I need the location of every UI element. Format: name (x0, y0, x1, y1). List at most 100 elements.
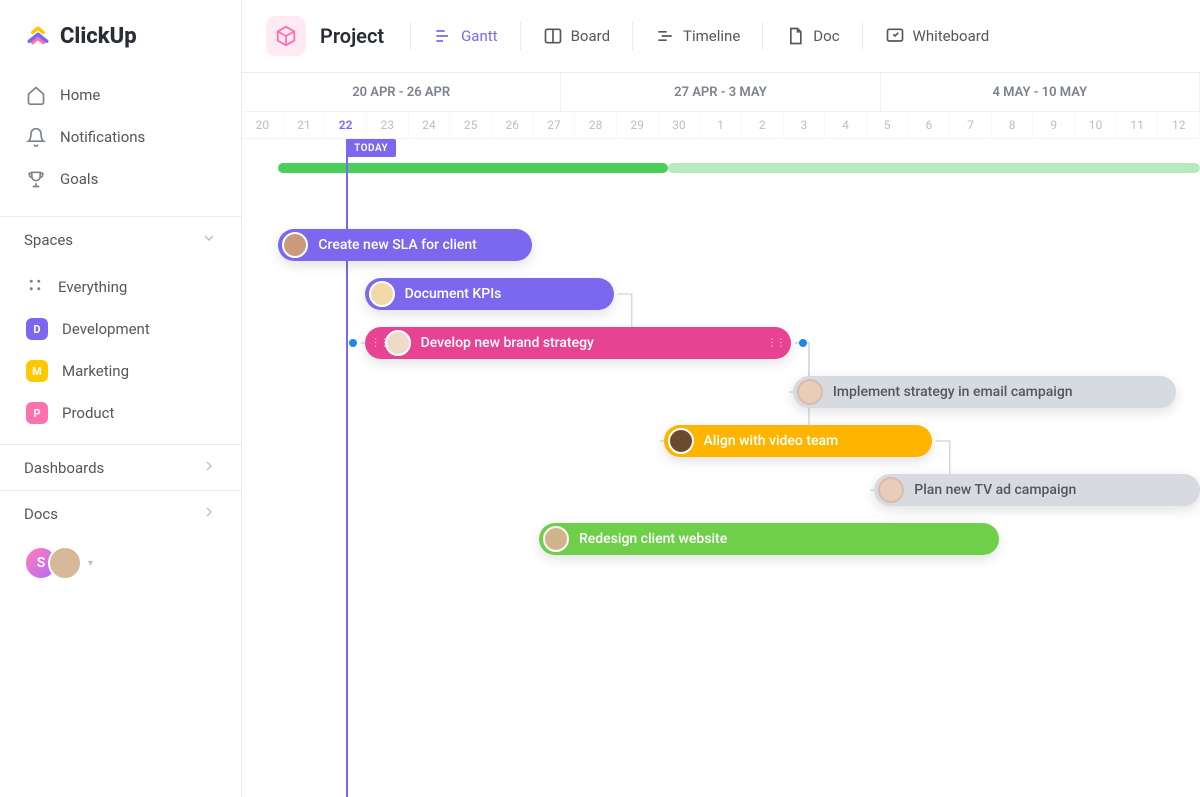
day-cell[interactable]: 25 (450, 112, 492, 138)
view-timeline[interactable]: Timeline (645, 20, 750, 52)
week-cell: 27 APR - 3 MAY (561, 73, 880, 111)
day-cell[interactable]: 9 (1033, 112, 1075, 138)
day-cell[interactable]: 28 (575, 112, 617, 138)
day-cell[interactable]: 1 (700, 112, 742, 138)
dashboards-header[interactable]: Dashboards (0, 444, 241, 490)
day-cell[interactable]: 3 (784, 112, 826, 138)
day-cell[interactable]: 22 (325, 112, 367, 138)
view-doc[interactable]: Doc (775, 20, 849, 52)
trophy-icon (26, 169, 46, 189)
day-cell[interactable]: 26 (492, 112, 534, 138)
logo-text: ClickUp (60, 24, 137, 49)
whiteboard-icon (885, 26, 905, 46)
space-product[interactable]: P Product (10, 392, 231, 434)
user-switcher[interactable]: S ▾ (0, 536, 241, 590)
view-gantt[interactable]: Gantt (423, 20, 507, 52)
separator (862, 22, 863, 50)
view-board[interactable]: Board (533, 20, 620, 52)
home-icon (26, 85, 46, 105)
space-label: Everything (58, 278, 127, 296)
gantt-task[interactable]: Plan new TV ad campaign (874, 474, 1200, 506)
resize-handle-left[interactable]: ⋮⋮ (371, 338, 389, 349)
day-cell[interactable]: 23 (367, 112, 409, 138)
space-label: Marketing (62, 362, 129, 380)
chevron-down-icon (201, 230, 217, 250)
space-badge: M (26, 360, 48, 382)
logo[interactable]: ClickUp (0, 22, 241, 68)
gantt-task[interactable]: Align with video team (664, 425, 932, 457)
day-cell[interactable]: 8 (992, 112, 1034, 138)
project-title: Project (320, 24, 384, 48)
day-cell[interactable]: 20 (242, 112, 284, 138)
week-cell: 4 MAY - 10 MAY (881, 73, 1200, 111)
section-label: Spaces (24, 231, 73, 249)
project-icon[interactable] (266, 16, 306, 56)
day-cell[interactable]: 7 (950, 112, 992, 138)
view-label: Doc (813, 27, 839, 45)
docs-header[interactable]: Docs (0, 490, 241, 536)
spaces-header[interactable]: Spaces (0, 216, 241, 262)
avatar (668, 428, 694, 454)
topbar: Project Gantt Board Timeline Doc (242, 0, 1200, 72)
nav-home[interactable]: Home (10, 74, 231, 116)
day-cell[interactable]: 4 (825, 112, 867, 138)
day-cell[interactable]: 10 (1075, 112, 1117, 138)
gantt-chart[interactable]: TODAYCreate new SLA for clientDocument K… (242, 139, 1200, 797)
spaces-list: Everything D Development M Marketing P P… (0, 262, 241, 444)
overall-progress-done (278, 163, 668, 173)
task-label: Develop new brand strategy (421, 335, 594, 351)
view-label: Whiteboard (913, 27, 990, 45)
section-label: Docs (24, 505, 58, 523)
chevron-right-icon (201, 458, 217, 478)
board-icon (543, 26, 563, 46)
space-label: Development (62, 320, 150, 338)
view-label: Gantt (461, 27, 497, 45)
space-development[interactable]: D Development (10, 308, 231, 350)
task-label: Document KPIs (405, 286, 502, 302)
caret-down-icon: ▾ (88, 558, 93, 569)
day-cell[interactable]: 5 (867, 112, 909, 138)
view-whiteboard[interactable]: Whiteboard (875, 20, 1000, 52)
nav-label: Notifications (60, 128, 145, 146)
timeline-icon (655, 26, 675, 46)
nav-label: Home (60, 86, 100, 104)
day-cell[interactable]: 11 (1117, 112, 1159, 138)
chevron-right-icon (201, 504, 217, 524)
task-label: Implement strategy in email campaign (833, 384, 1073, 400)
day-cell[interactable]: 2 (742, 112, 784, 138)
day-cell[interactable]: 6 (909, 112, 951, 138)
doc-icon (785, 26, 805, 46)
avatar (543, 526, 569, 552)
gantt-icon (433, 26, 453, 46)
gantt-task[interactable]: Implement strategy in email campaign (793, 376, 1176, 408)
space-everything[interactable]: Everything (10, 266, 231, 308)
nav-notifications[interactable]: Notifications (10, 116, 231, 158)
main: Project Gantt Board Timeline Doc (242, 0, 1200, 797)
task-label: Create new SLA for client (318, 237, 476, 253)
nav-label: Goals (60, 170, 98, 188)
avatar (369, 281, 395, 307)
dependency-dot[interactable] (799, 339, 807, 347)
day-cell[interactable]: 24 (409, 112, 451, 138)
overall-progress-remaining (668, 163, 1200, 173)
gantt-task[interactable]: ⋮⋮ Develop new brand strategy ⋮⋮ (365, 327, 791, 359)
space-label: Product (62, 404, 114, 422)
task-label: Redesign client website (579, 531, 727, 547)
gantt-task[interactable]: Redesign client website (539, 523, 999, 555)
day-cell[interactable]: 21 (284, 112, 326, 138)
day-cell[interactable]: 30 (659, 112, 701, 138)
space-marketing[interactable]: M Marketing (10, 350, 231, 392)
day-cell[interactable]: 29 (617, 112, 659, 138)
day-cell[interactable]: 27 (534, 112, 576, 138)
sidebar: ClickUp Home Notifications Goals Spaces (0, 0, 242, 797)
resize-handle-right[interactable]: ⋮⋮ (767, 338, 785, 349)
avatar (878, 477, 904, 503)
primary-nav: Home Notifications Goals (0, 68, 241, 206)
gantt-task[interactable]: Document KPIs (365, 278, 614, 310)
gantt-task[interactable]: Create new SLA for client (278, 229, 532, 261)
space-badge: D (26, 318, 48, 340)
separator (520, 22, 521, 50)
dependency-dot[interactable] (349, 339, 357, 347)
day-cell[interactable]: 12 (1158, 112, 1200, 138)
nav-goals[interactable]: Goals (10, 158, 231, 200)
